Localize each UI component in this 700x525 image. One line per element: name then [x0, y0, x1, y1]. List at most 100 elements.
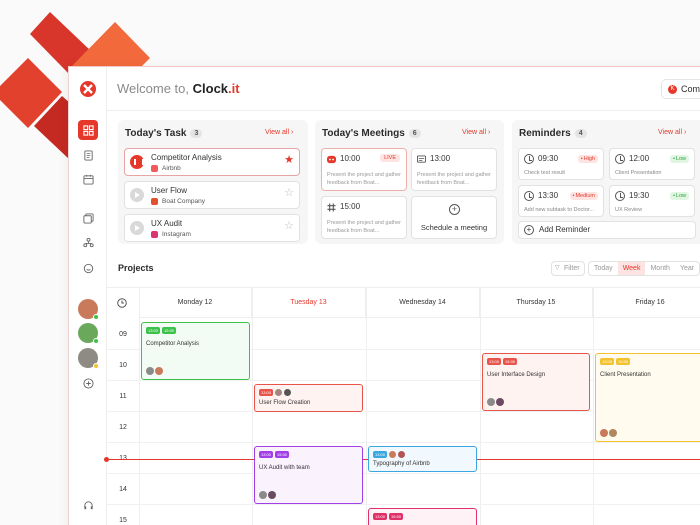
todays-task-panel: Today's Task 3 View all › Competitor Anal…: [118, 120, 308, 244]
view-year-tab[interactable]: Year: [675, 262, 699, 275]
day-header: Friday 16: [593, 288, 700, 318]
dashboard-nav-button[interactable]: [78, 120, 98, 140]
meetings-view-all-link[interactable]: View all ›: [462, 129, 490, 136]
pause-icon[interactable]: [130, 155, 144, 169]
star-outline-icon[interactable]: ☆: [284, 186, 294, 199]
clock-icon: [524, 191, 534, 201]
calendar-event[interactable]: 13:00 User Flow Creation: [254, 384, 363, 412]
company-logo-icon: K: [668, 84, 677, 94]
plus-icon: +: [449, 204, 460, 215]
avatar-user-3[interactable]: [78, 348, 99, 369]
task-item[interactable]: Competitor Analysis Airbnb ★: [124, 148, 300, 176]
filter-button[interactable]: Filter: [551, 261, 585, 276]
reminder-count-badge: 4: [574, 128, 587, 138]
meeting-card[interactable]: 13:00 Present the project and gather fee…: [411, 148, 497, 191]
task-item[interactable]: User Flow Boat Company ☆: [124, 181, 300, 209]
copy-icon: [82, 212, 94, 224]
reminder-card[interactable]: 09:30 High Check test result: [518, 148, 604, 180]
projects-title: Projects: [118, 263, 154, 273]
schedule-meeting-button[interactable]: + Schedule a meeting: [411, 196, 497, 239]
meeting-time: 13:00: [430, 154, 451, 163]
add-member-button[interactable]: [78, 373, 98, 393]
priority-badge: Low: [669, 192, 689, 200]
event-time-tag: 13:00: [259, 451, 274, 458]
task-company: Instagram: [151, 231, 191, 238]
event-time-tag: 13:00: [600, 358, 615, 365]
tasks-view-all-link[interactable]: View all ›: [265, 129, 293, 136]
message-icon: [417, 155, 426, 163]
star-filled-icon[interactable]: ★: [284, 153, 294, 166]
task-item[interactable]: UX Audit Instagram ☆: [124, 214, 300, 242]
plus-circle-icon: [82, 377, 94, 389]
calendar-event[interactable]: 13:00 15:00 User Interface Design: [482, 353, 590, 411]
view-week-tab[interactable]: Week: [617, 262, 646, 275]
add-reminder-label: Add Reminder: [539, 225, 591, 234]
reminder-time: 09:30: [538, 154, 559, 163]
hour-label: 14: [119, 486, 127, 493]
reminder-card[interactable]: 12:00 Low Client Presentation: [609, 148, 695, 180]
meeting-description: Present the project and gather feedback …: [417, 172, 491, 186]
reminders-panel: Reminders4 View all › 09:30 High Check t…: [512, 120, 700, 244]
hour-label: 09: [119, 331, 127, 338]
event-title: UX Audit with team: [259, 465, 310, 471]
hour-label: 11: [119, 393, 127, 400]
calendar-event[interactable]: 13:00 15:00 Competitor Analysis: [141, 322, 250, 380]
avatar-user-1[interactable]: [78, 299, 99, 320]
avatar-user-2[interactable]: [78, 323, 99, 344]
support-nav-button[interactable]: [78, 495, 98, 515]
calendar-event[interactable]: 13:00 15:00 UX Audit with team: [254, 446, 363, 504]
current-time-dot: [104, 457, 109, 462]
hour-label: 10: [119, 362, 127, 369]
calendar-event[interactable]: 13:00 15:00 Client Presentation: [595, 353, 700, 442]
day-header-today: Tuesday 13: [252, 288, 366, 318]
event-time-tag: 13:00: [373, 513, 388, 520]
priority-badge: Low: [669, 155, 689, 163]
grid-icon: [82, 124, 94, 136]
view-month-tab[interactable]: Month: [645, 262, 674, 275]
meeting-card[interactable]: 15:00 Present the project and gather fee…: [321, 196, 407, 239]
reminder-time: 12:00: [629, 154, 650, 163]
task-company: Boat Company: [151, 198, 205, 205]
event-title: Competitor Analysis: [146, 341, 200, 347]
priority-badge: High: [577, 155, 598, 163]
reminder-time: 13:30: [538, 191, 559, 200]
reminder-card[interactable]: 13:30 Medium Add new subtask to Doctor..…: [518, 185, 604, 217]
chat-nav-button[interactable]: [78, 258, 98, 278]
avatar: [398, 451, 406, 458]
avatar: [496, 398, 504, 406]
add-reminder-button[interactable]: + Add Reminder: [518, 221, 696, 239]
reminder-description: Check test result: [524, 170, 565, 176]
clock-icon: [524, 154, 534, 164]
calendar-event[interactable]: 13:00 Typography of Airbnb: [368, 446, 477, 472]
calendar-nav-button[interactable]: [78, 169, 98, 189]
panel-title: Today's Task 3: [125, 128, 203, 139]
view-today-tab[interactable]: Today: [589, 262, 618, 275]
documents-nav-button[interactable]: [78, 145, 98, 165]
task-count-badge: 3: [190, 128, 203, 138]
panel-title: Today's Meetings 6: [322, 128, 421, 139]
task-name: UX Audit: [151, 219, 183, 228]
task-name: Competitor Analysis: [151, 153, 222, 162]
meeting-card[interactable]: 10:00 LIVE Present the project and gathe…: [321, 148, 407, 191]
star-outline-icon[interactable]: ☆: [284, 219, 294, 232]
files-nav-button[interactable]: [78, 208, 98, 228]
company-switcher[interactable]: K Comp: [661, 79, 700, 99]
avatar: [268, 491, 276, 499]
avatar: [284, 389, 292, 396]
play-icon[interactable]: [130, 188, 144, 202]
team-nav-button[interactable]: [78, 232, 98, 252]
calendar-event[interactable]: 13:00 15:00: [368, 508, 477, 525]
event-title: Typography of Airbnb: [373, 461, 430, 467]
hour-label: 15: [119, 517, 127, 524]
meeting-time: 15:00: [340, 202, 361, 211]
reminder-card[interactable]: 19:30 Low UX Review: [609, 185, 695, 217]
avatar: [155, 367, 163, 375]
reminders-view-all-link[interactable]: View all ›: [658, 129, 686, 136]
event-time-tag: 13:00: [259, 389, 274, 396]
avatar: [609, 429, 617, 437]
event-title: User Interface Design: [487, 372, 546, 378]
play-icon[interactable]: [130, 221, 144, 235]
reminder-description: Add new subtask to Doctor...: [524, 207, 595, 213]
event-time-tag: 15:00: [616, 358, 631, 365]
welcome-prefix: Welcome to,: [117, 81, 193, 96]
